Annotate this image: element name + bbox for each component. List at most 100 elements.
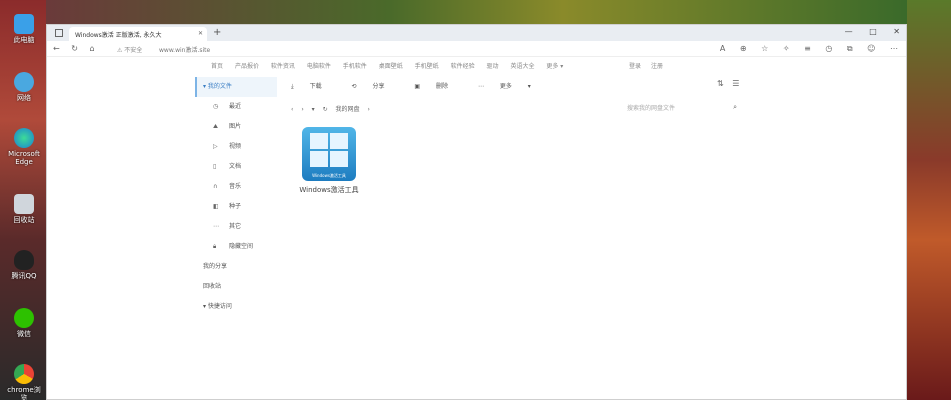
file-toolbar: ⤓ 下载 ⟲ 分享 ▣ 删除 ⋯ 更多 ▾ [291, 81, 559, 91]
nav-link[interactable]: 手机软件 [343, 63, 367, 70]
forward-icon[interactable]: › [301, 106, 303, 113]
desktop-icon-label: 回收站 [13, 216, 35, 224]
sidebar-item-videos[interactable]: ▷ 视频 [195, 137, 277, 157]
windows-tool-icon: Windows激活工具 [302, 127, 356, 181]
image-icon: ⛰ [213, 123, 219, 130]
chevron-down-icon: ▾ [527, 83, 531, 90]
url-input[interactable]: www.win激活.site [159, 45, 210, 54]
delete-button[interactable]: ▣ 删除 [414, 83, 462, 90]
breadcrumb: ‹ › ▾ ↻ 我的网盘 › [291, 104, 376, 113]
nav-link[interactable]: 英语大全 [510, 63, 534, 70]
desktop-icon-label: 微信 [17, 330, 31, 338]
desktop-icon-label: Microsoft Edge [8, 150, 40, 166]
desktop-icon-edge[interactable]: Microsoft Edge [4, 128, 44, 166]
browser-window: Windows激活 正版激活, 永久大 ✕ + — □ ✕ ← ↻ ⌂ ⚠ 不安… [46, 24, 907, 400]
back-icon[interactable]: ← [53, 44, 60, 53]
profile-icon[interactable]: ☺ [867, 44, 875, 53]
home-icon[interactable]: ⌂ [90, 44, 95, 53]
desktop-icon-label: 腾讯QQ [11, 272, 37, 280]
sidebar-item-label: 我的文件 [207, 83, 232, 90]
chrome-icon [14, 364, 34, 384]
favorites-bar-icon[interactable]: ≡ [804, 44, 811, 53]
sidebar-item-label: 种子 [229, 203, 242, 210]
nav-link-more[interactable]: 更多 ▾ [546, 63, 563, 70]
tab-actions-icon[interactable] [55, 29, 63, 37]
minimize-icon[interactable]: — [845, 27, 853, 36]
desktop-icon-qq[interactable]: 腾讯QQ [4, 250, 44, 280]
nav-link[interactable]: 软件经验 [451, 63, 475, 70]
nav-link[interactable]: 桌面壁纸 [379, 63, 403, 70]
desktop-icon-label: 网络 [17, 94, 31, 102]
search-icon[interactable]: ⌕ [733, 103, 737, 112]
collections-icon[interactable]: ⧉ [847, 44, 853, 53]
maximize-icon[interactable]: □ [869, 27, 877, 36]
browser-tab[interactable]: Windows激活 正版激活, 永久大 ✕ [69, 27, 207, 41]
share-button[interactable]: ⟲ 分享 [352, 83, 399, 90]
sidebar-item-recent[interactable]: ◷ 最近 [195, 97, 277, 117]
computer-icon [14, 14, 34, 34]
play-icon: ▷ [213, 143, 218, 150]
sidebar-item-docs[interactable]: ▯ 文档 [195, 157, 277, 177]
sidebar-item-quick-access[interactable]: ▾ 快捷访问 [195, 297, 277, 317]
lock-icon: 🔒︎ [213, 243, 217, 250]
wechat-icon [14, 308, 34, 328]
file-name: Windows激活工具 [299, 186, 359, 194]
sidebar-item-images[interactable]: ⛰ 图片 [195, 117, 277, 137]
more-icon[interactable]: ⋯ [890, 44, 898, 53]
sidebar-item-other[interactable]: ⋯ 其它 [195, 217, 277, 237]
share-icon: ⟲ [351, 83, 357, 90]
sort-icon[interactable]: ⇅ [717, 79, 724, 88]
nav-link[interactable]: 电脑软件 [307, 63, 331, 70]
sidebar-item-recycle[interactable]: 回收站 [195, 277, 277, 297]
extensions-icon[interactable]: ✧ [783, 44, 790, 53]
share-label: 分享 [372, 83, 385, 90]
read-aloud-icon[interactable]: A [720, 44, 725, 53]
file-item[interactable]: Windows激活工具 Windows激活工具 [297, 127, 361, 195]
favorite-icon[interactable]: ☆ [761, 44, 768, 53]
desktop-icon-recycle-bin[interactable]: 回收站 [4, 194, 44, 224]
new-tab-button[interactable]: + [213, 27, 221, 38]
sidebar-item-label: 回收站 [203, 283, 222, 290]
search-input[interactable]: 搜索我的网盘文件 ⌕ [627, 103, 737, 112]
desktop-icon-chrome[interactable]: chrome浏览 [4, 364, 44, 400]
network-icon [14, 72, 34, 92]
address-bar: ← ↻ ⌂ ⚠ 不安全 www.win激活.site A ⊕ ☆ ✧ ≡ ◷ ⧉… [47, 41, 906, 57]
sidebar-item-torrent[interactable]: ◧ 种子 [195, 197, 277, 217]
breadcrumb-current[interactable]: 我的网盘 [336, 106, 360, 113]
recycle-bin-icon [14, 194, 34, 214]
nav-link[interactable]: 软件资讯 [271, 63, 295, 70]
window-controls: — □ ✕ [831, 27, 900, 36]
desktop-wallpaper-right [907, 0, 951, 400]
sidebar-item-label: 隐藏空间 [229, 243, 254, 250]
nav-link[interactable]: 手机壁纸 [415, 63, 439, 70]
browser-tools: A ⊕ ☆ ✧ ≡ ◷ ⧉ ☺ ⋯ [708, 44, 898, 54]
sidebar-item-my-files[interactable]: ▾ 我的文件 [195, 77, 277, 97]
insecure-warning[interactable]: ⚠ 不安全 [117, 45, 142, 54]
history-icon[interactable]: ◷ [825, 44, 832, 53]
sidebar-item-label: 快捷访问 [207, 303, 232, 310]
close-window-icon[interactable]: ✕ [893, 27, 900, 36]
close-tab-icon[interactable]: ✕ [198, 30, 203, 37]
dropdown-icon[interactable]: ▾ [312, 106, 315, 113]
login-link[interactable]: 登录 [629, 63, 641, 70]
nav-link[interactable]: 首页 [211, 63, 223, 70]
refresh-icon[interactable]: ↻ [323, 106, 328, 113]
download-button[interactable]: ⤓ 下载 [291, 83, 336, 90]
more-button[interactable]: ⋯ 更多 ▾ [478, 83, 545, 90]
sidebar-item-music[interactable]: ∩ 音乐 [195, 177, 277, 197]
nav-link[interactable]: 产品报价 [235, 63, 259, 70]
list-view-icon[interactable]: ☰ [732, 79, 739, 88]
app-icon[interactable]: ⊕ [740, 44, 747, 53]
nav-link[interactable]: 驱动 [487, 63, 499, 70]
register-link[interactable]: 注册 [651, 63, 663, 70]
desktop-icon-network[interactable]: 网络 [4, 72, 44, 102]
back-icon[interactable]: ‹ [291, 106, 293, 113]
desktop-icon-wechat[interactable]: 微信 [4, 308, 44, 338]
desktop-wallpaper-top [46, 0, 907, 24]
sidebar-item-hidden[interactable]: 🔒︎ 隐藏空间 [195, 237, 277, 257]
sidebar-item-my-share[interactable]: 我的分享 [195, 257, 277, 277]
more-label: 更多 [499, 83, 512, 90]
search-placeholder: 搜索我的网盘文件 [627, 105, 676, 112]
refresh-icon[interactable]: ↻ [71, 44, 78, 53]
desktop-icon-this-pc[interactable]: 此电脑 [4, 14, 44, 44]
